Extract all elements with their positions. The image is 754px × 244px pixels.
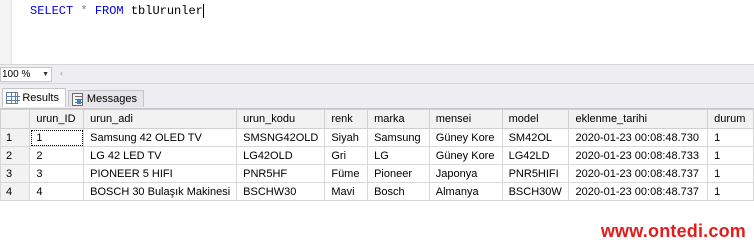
- table-cell[interactable]: BOSCH 30 Bulaşık Makinesi: [83, 182, 238, 201]
- results-table: urun_ID urun_adi urun_kodu renk marka me…: [0, 109, 754, 201]
- table-cell[interactable]: BSCH30W: [501, 182, 570, 201]
- table-cell[interactable]: LG42OLD: [236, 146, 326, 165]
- column-header[interactable]: renk: [324, 109, 369, 129]
- table-cell[interactable]: Füme: [324, 164, 369, 183]
- column-header[interactable]: urun_ID: [29, 109, 85, 129]
- row-number[interactable]: 3: [0, 164, 31, 183]
- query-line[interactable]: SELECT * FROM tblUrunler: [30, 4, 204, 18]
- table-cell[interactable]: Gri: [324, 146, 369, 165]
- table-cell[interactable]: Siyah: [324, 128, 369, 147]
- table-cell[interactable]: 2020-01-23 00:08:48.737: [568, 182, 709, 201]
- table-cell[interactable]: 1: [707, 146, 754, 165]
- column-header[interactable]: mensei: [428, 109, 503, 129]
- table-cell[interactable]: BSCHW30: [236, 182, 326, 201]
- table-cell[interactable]: Bosch: [367, 182, 430, 201]
- scroll-left-icon[interactable]: ‹: [60, 68, 63, 78]
- table-cell[interactable]: Samsung 42 OLED TV: [83, 128, 238, 147]
- table-cell[interactable]: Samsung: [367, 128, 430, 147]
- table-cell[interactable]: 1: [707, 164, 754, 183]
- table-cell[interactable]: Güney Kore: [428, 128, 503, 147]
- tab-results-label: Results: [22, 92, 59, 104]
- query-editor[interactable]: SELECT * FROM tblUrunler: [0, 0, 754, 64]
- table-cell[interactable]: Pioneer: [367, 164, 430, 183]
- corner-cell[interactable]: [0, 109, 31, 129]
- tab-results[interactable]: Results: [2, 88, 66, 107]
- result-tabs: Results Messages: [0, 84, 754, 108]
- zoom-bar: 100 % ▼ ‹: [0, 64, 754, 84]
- table-row[interactable]: 3 3 PIONEER 5 HIFI PNR5HF Füme Pioneer J…: [0, 164, 754, 183]
- tab-messages-label: Messages: [86, 93, 137, 105]
- header-row: urun_ID urun_adi urun_kodu renk marka me…: [0, 109, 754, 129]
- table-name: tblUrunler: [130, 4, 203, 18]
- table-cell[interactable]: 2020-01-23 00:08:48.737: [568, 164, 709, 183]
- editor-margin: [12, 0, 16, 64]
- table-cell[interactable]: 2: [29, 146, 85, 165]
- chevron-down-icon[interactable]: ▼: [42, 71, 49, 78]
- editor-gutter: [0, 0, 12, 64]
- keyword-from: FROM: [94, 4, 124, 18]
- row-number[interactable]: 4: [0, 182, 31, 201]
- zoom-select[interactable]: 100 % ▼: [0, 67, 52, 82]
- table-cell[interactable]: 4: [29, 182, 85, 201]
- table-row[interactable]: 1 1 Samsung 42 OLED TV SMSNG42OLD Siyah …: [0, 128, 754, 147]
- table-cell[interactable]: PIONEER 5 HIFI: [83, 164, 238, 183]
- table-cell[interactable]: Japonya: [428, 164, 503, 183]
- watermark-text: www.ontedi.com: [600, 221, 746, 241]
- table-cell[interactable]: SMSNG42OLD: [236, 128, 326, 147]
- table-cell[interactable]: Mavi: [324, 182, 369, 201]
- table-cell[interactable]: 1: [707, 182, 754, 201]
- table-cell[interactable]: PNR5HF: [236, 164, 326, 183]
- table-cell[interactable]: PNR5HIFI: [501, 164, 570, 183]
- column-header[interactable]: urun_kodu: [236, 109, 326, 129]
- table-row[interactable]: 2 2 LG 42 LED TV LG42OLD Gri LG Güney Ko…: [0, 146, 754, 165]
- table-cell[interactable]: 2020-01-23 00:08:48.733: [568, 146, 709, 165]
- table-cell[interactable]: 2020-01-23 00:08:48.730: [568, 128, 709, 147]
- star-operator: *: [80, 4, 88, 18]
- text-caret: [202, 4, 204, 18]
- messages-icon: [72, 92, 83, 106]
- table-cell[interactable]: SM42OL: [501, 128, 570, 147]
- grid-icon: [6, 92, 21, 104]
- table-cell[interactable]: 1: [29, 128, 85, 147]
- keyword-select: SELECT: [30, 4, 74, 18]
- row-number[interactable]: 2: [0, 146, 31, 165]
- zoom-value: 100 %: [2, 69, 31, 80]
- column-header[interactable]: model: [501, 109, 570, 129]
- table-cell[interactable]: LG42LD: [501, 146, 570, 165]
- table-cell[interactable]: Güney Kore: [428, 146, 503, 165]
- column-header[interactable]: durum: [707, 109, 754, 129]
- table-cell[interactable]: LG: [367, 146, 430, 165]
- table-cell[interactable]: 1: [707, 128, 754, 147]
- column-header[interactable]: urun_adi: [83, 109, 238, 129]
- table-row[interactable]: 4 4 BOSCH 30 Bulaşık Makinesi BSCHW30 Ma…: [0, 182, 754, 201]
- row-number[interactable]: 1: [0, 128, 31, 147]
- column-header[interactable]: marka: [367, 109, 430, 129]
- table-cell[interactable]: 3: [29, 164, 85, 183]
- column-header[interactable]: eklenme_tarihi: [568, 109, 709, 129]
- table-cell[interactable]: Almanya: [428, 182, 503, 201]
- tab-messages[interactable]: Messages: [68, 90, 144, 107]
- table-cell[interactable]: LG 42 LED TV: [83, 146, 238, 165]
